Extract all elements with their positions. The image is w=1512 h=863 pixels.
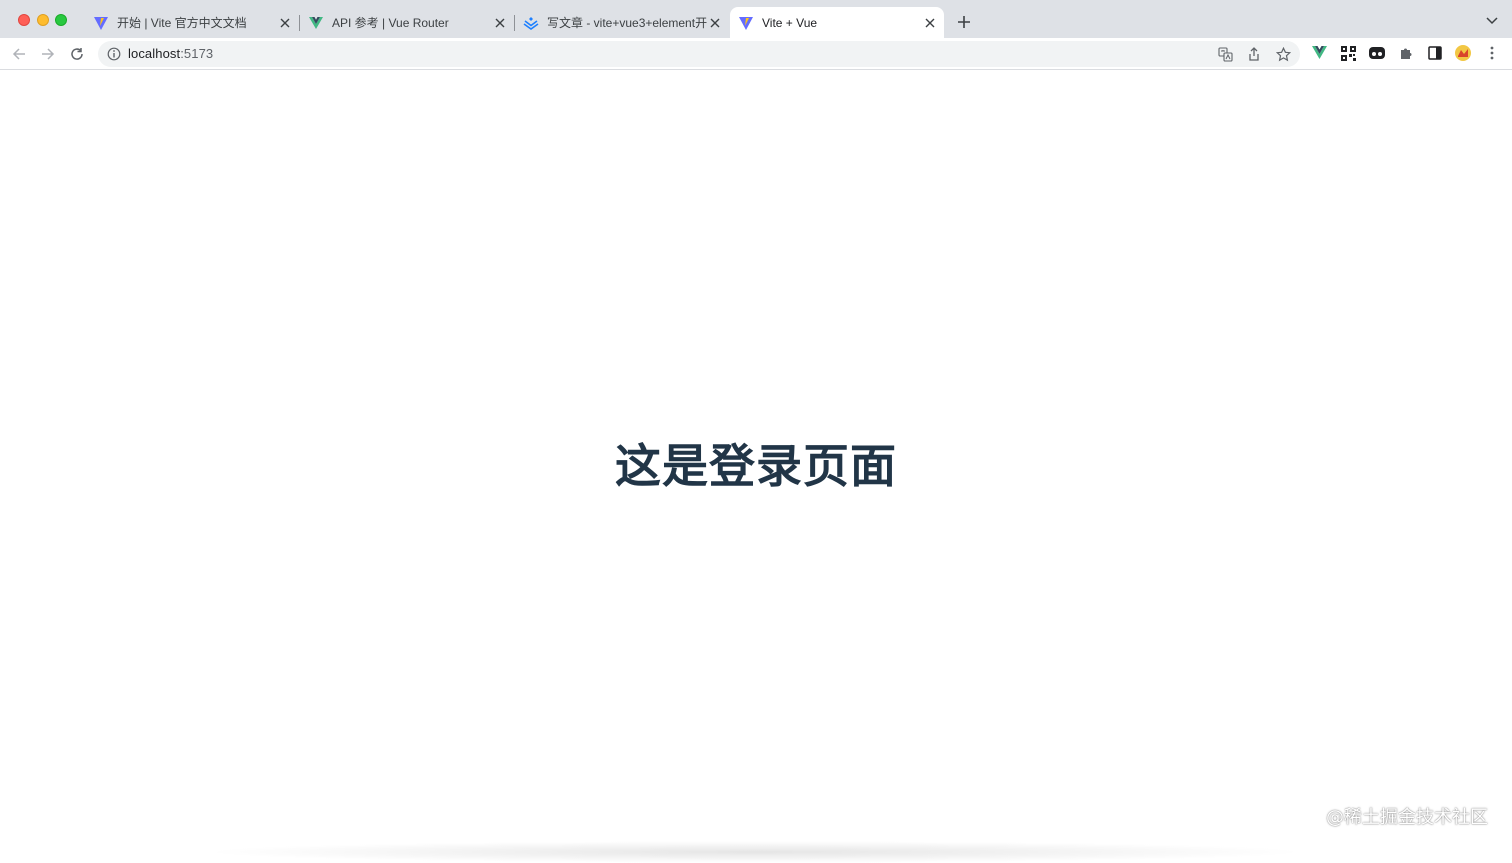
- forward-button[interactable]: [38, 44, 58, 64]
- page-heading: 这是登录页面: [615, 439, 897, 493]
- tab-vue-router[interactable]: API 参考 | Vue Router: [300, 7, 514, 38]
- tab-close-icon[interactable]: [922, 15, 938, 31]
- arrow-left-icon: [12, 48, 25, 60]
- tab-close-icon[interactable]: [492, 15, 508, 31]
- page-content: 这是登录页面 @稀土掘金技术社区: [0, 70, 1512, 863]
- tab-close-icon[interactable]: [707, 15, 723, 31]
- tab-vite-docs[interactable]: 开始 | Vite 官方中文文档: [85, 7, 299, 38]
- translate-icon[interactable]: [1217, 46, 1233, 62]
- address-bar[interactable]: localhost:5173: [98, 41, 1300, 67]
- close-window-button[interactable]: [18, 14, 30, 26]
- plus-icon: [958, 16, 970, 28]
- tab-vite-vue[interactable]: Vite + Vue: [730, 7, 944, 38]
- tab-title: 写文章 - vite+vue3+element开: [547, 16, 707, 30]
- chevron-down-icon: [1486, 17, 1498, 25]
- tab-strip: 开始 | Vite 官方中文文档 API 参考 | Vue Router 写文章…: [0, 0, 1512, 38]
- side-panel-icon[interactable]: [1427, 45, 1443, 61]
- tab-search-button[interactable]: [1484, 13, 1500, 29]
- tab-title: 开始 | Vite 官方中文文档: [117, 16, 247, 30]
- url-port: :5173: [180, 46, 214, 61]
- url-host: localhost: [128, 46, 181, 61]
- more-menu-icon[interactable]: [1484, 45, 1500, 61]
- profile-avatar[interactable]: [1455, 45, 1471, 61]
- share-icon[interactable]: [1246, 46, 1262, 62]
- reload-button[interactable]: [67, 44, 87, 64]
- back-button[interactable]: [9, 44, 29, 64]
- vite-logo-icon: [739, 16, 753, 30]
- reload-icon: [71, 48, 83, 60]
- url-text: localhost:5173: [128, 46, 213, 61]
- qr-code-extension-icon[interactable]: [1340, 45, 1356, 61]
- dock-shadow: [200, 841, 1310, 863]
- puzzle-extensions-icon[interactable]: [1398, 45, 1414, 61]
- tab-title: API 参考 | Vue Router: [332, 16, 449, 30]
- tab-juejin-write[interactable]: 写文章 - vite+vue3+element开: [515, 7, 729, 38]
- tab-title: Vite + Vue: [762, 15, 818, 30]
- minimize-window-button[interactable]: [37, 14, 49, 26]
- vue-devtools-extension-icon[interactable]: [1311, 45, 1327, 61]
- tab-close-icon[interactable]: [277, 15, 293, 31]
- vue-logo-icon: [309, 16, 323, 29]
- browser-toolbar: localhost:5173: [0, 38, 1512, 70]
- bookmark-star-icon[interactable]: [1275, 46, 1291, 62]
- watermark: @稀土掘金技术社区: [1326, 807, 1488, 828]
- zoom-window-button[interactable]: [55, 14, 67, 26]
- new-tab-button[interactable]: [955, 13, 973, 31]
- goggles-extension-icon[interactable]: [1369, 45, 1385, 61]
- juejin-logo-icon: [523, 16, 539, 30]
- site-info-icon[interactable]: [107, 47, 121, 61]
- vite-logo-icon: [94, 16, 108, 30]
- arrow-right-icon: [42, 48, 55, 60]
